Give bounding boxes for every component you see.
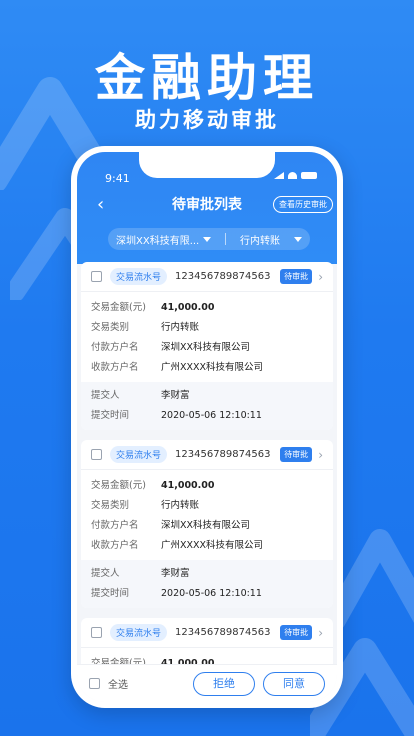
wifi-icon <box>288 172 297 179</box>
submitter-value: 李财富 <box>161 390 190 401</box>
card-header: 交易流水号 123456789874563 待审批 › <box>81 262 333 292</box>
payer-label: 付款方户名 <box>91 342 139 353</box>
amount-label: 交易金额(元) <box>91 302 146 313</box>
type-filter[interactable]: 行内转账 <box>232 232 310 247</box>
amount-row: 交易金额(元) 41,000.00 <box>91 298 323 318</box>
company-filter[interactable]: 深圳XX科技有限... <box>108 232 219 247</box>
amount-value: 41,000.00 <box>161 302 215 313</box>
payer-value: 深圳XX科技有限公司 <box>161 520 251 531</box>
chevron-right-icon[interactable]: › <box>318 270 323 284</box>
status-time: 9:41 <box>105 172 130 185</box>
filter-bar: 深圳XX科技有限... 行内转账 <box>108 228 310 250</box>
dropdown-arrow-icon <box>294 236 302 242</box>
card-footer: 提交人 李财富 提交时间 2020-05-06 12:10:11 <box>81 382 333 430</box>
card-header: 交易流水号 123456789874563 待审批 › <box>81 618 333 648</box>
amount-value: 41,000.00 <box>161 480 215 491</box>
status-badge: 待审批 <box>280 625 313 640</box>
card-checkbox[interactable] <box>91 449 102 460</box>
reject-button[interactable]: 拒绝 <box>193 671 255 696</box>
type-filter-label: 行内转账 <box>240 235 280 247</box>
status-badge: 待审批 <box>280 269 313 284</box>
phone-notch <box>139 152 275 178</box>
amount-label: 交易金额(元) <box>91 480 146 491</box>
type-row: 交易类别 行内转账 <box>91 318 323 338</box>
dropdown-arrow-icon <box>203 236 212 242</box>
serial-tag: 交易流水号 <box>110 268 168 285</box>
submit-time-value: 2020-05-06 12:10:11 <box>161 588 262 599</box>
card-header: 交易流水号 123456789874563 待审批 › <box>81 440 333 470</box>
bottom-action-bar: 全选 拒绝 同意 <box>77 664 337 702</box>
status-badge: 待审批 <box>280 447 313 462</box>
submit-time-row: 提交时间 2020-05-06 12:10:11 <box>91 584 323 604</box>
submitter-row: 提交人 李财富 <box>91 386 323 406</box>
submitter-row: 提交人 李财富 <box>91 564 323 584</box>
card-checkbox[interactable] <box>91 271 102 282</box>
select-all-label: 全选 <box>108 680 128 691</box>
type-row: 交易类别 行内转账 <box>91 496 323 516</box>
payee-value: 广州XXXX科技有限公司 <box>161 540 264 551</box>
submit-time-label: 提交时间 <box>91 588 130 599</box>
serial-tag: 交易流水号 <box>110 624 168 641</box>
hero-subtitle: 助力移动审批 <box>135 108 279 132</box>
payer-row: 付款方户名 深圳XX科技有限公司 <box>91 338 323 358</box>
hero-title: 金融助理 <box>95 49 319 107</box>
type-label: 交易类别 <box>91 500 130 511</box>
payer-row: 付款方户名 深圳XX科技有限公司 <box>91 516 323 536</box>
payee-label: 收款方户名 <box>91 362 139 373</box>
submitter-label: 提交人 <box>91 568 120 579</box>
payee-row: 收款方户名 广州XXXX科技有限公司 <box>91 358 323 378</box>
payer-value: 深圳XX科技有限公司 <box>161 342 251 353</box>
card-checkbox[interactable] <box>91 627 102 638</box>
select-all[interactable]: 全选 <box>89 676 185 691</box>
battery-icon <box>301 172 317 179</box>
payee-value: 广州XXXX科技有限公司 <box>161 362 264 373</box>
approval-card[interactable]: 交易流水号 123456789874563 待审批 › 交易金额(元) 41,00… <box>81 440 333 608</box>
approval-card[interactable]: 交易流水号 123456789874563 待审批 › 交易金额(元) 41,00… <box>81 262 333 430</box>
approval-list: 交易流水号 123456789874563 待审批 › 交易金额(元) 41,00… <box>81 262 333 688</box>
payee-row: 收款方户名 广州XXXX科技有限公司 <box>91 536 323 556</box>
serial-tag: 交易流水号 <box>110 446 168 463</box>
payee-label: 收款方户名 <box>91 540 139 551</box>
phone-screen: 9:41 ‹ 待审批列表 查看历史审批 深圳XX科技有限... 行内转账 交易流… <box>77 152 337 702</box>
serial-number: 123456789874563 <box>175 271 271 282</box>
history-approval-button[interactable]: 查看历史审批 <box>273 196 333 213</box>
type-value: 行内转账 <box>161 500 200 511</box>
submit-time-value: 2020-05-06 12:10:11 <box>161 410 262 421</box>
amount-row: 交易金额(元) 41,000.00 <box>91 476 323 496</box>
status-icons <box>274 172 317 179</box>
submit-time-label: 提交时间 <box>91 410 130 421</box>
serial-number: 123456789874563 <box>175 449 271 460</box>
payer-label: 付款方户名 <box>91 520 139 531</box>
select-all-checkbox[interactable] <box>89 678 100 689</box>
signal-icon <box>274 172 284 179</box>
type-value: 行内转账 <box>161 322 200 333</box>
submitter-label: 提交人 <box>91 390 120 401</box>
card-details: 交易金额(元) 41,000.00 交易类别 行内转账 付款方户名 深圳XX科技有限公… <box>81 470 333 560</box>
chevron-right-icon[interactable]: › <box>318 626 323 640</box>
filter-divider <box>225 233 226 245</box>
chevron-right-icon[interactable]: › <box>318 448 323 462</box>
submitter-value: 李财富 <box>161 568 190 579</box>
serial-number: 123456789874563 <box>175 627 271 638</box>
submit-time-row: 提交时间 2020-05-06 12:10:11 <box>91 406 323 426</box>
type-label: 交易类别 <box>91 322 130 333</box>
card-details: 交易金额(元) 41,000.00 交易类别 行内转账 付款方户名 深圳XX科技有限公… <box>81 292 333 382</box>
phone-frame: 9:41 ‹ 待审批列表 查看历史审批 深圳XX科技有限... 行内转账 交易流… <box>71 146 343 708</box>
approve-button[interactable]: 同意 <box>263 671 325 696</box>
company-filter-label: 深圳XX科技有限... <box>116 235 200 247</box>
card-footer: 提交人 李财富 提交时间 2020-05-06 12:10:11 <box>81 560 333 608</box>
